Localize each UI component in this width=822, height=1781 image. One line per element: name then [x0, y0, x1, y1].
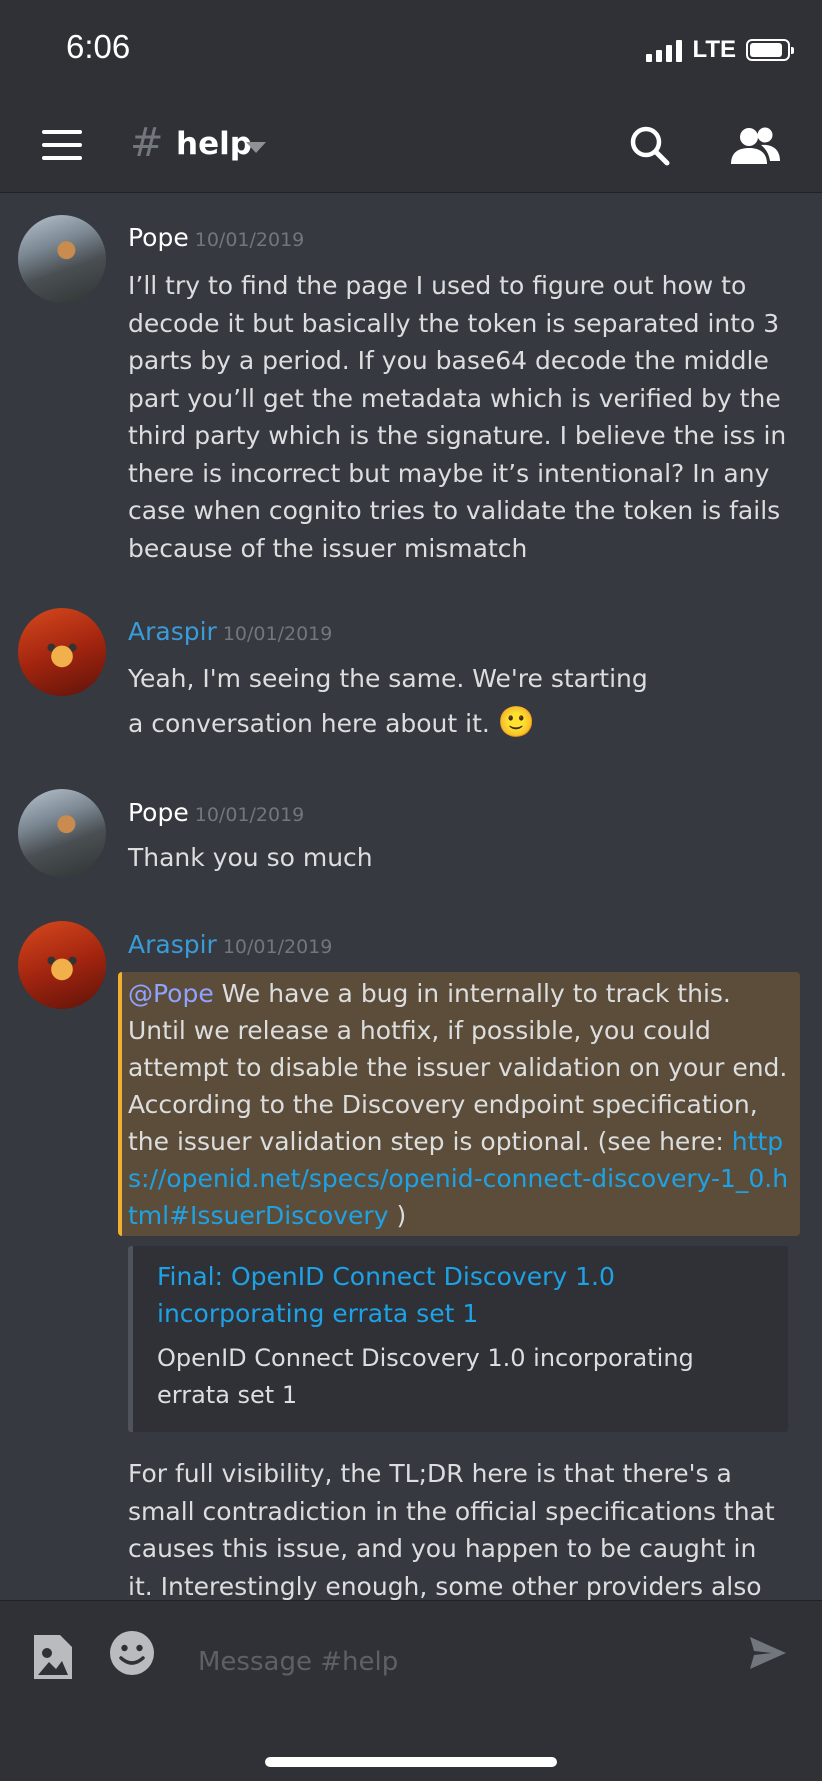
network-label: LTE: [692, 36, 736, 63]
channel-name[interactable]: help: [176, 126, 252, 162]
message-timestamp: 10/01/2019: [222, 936, 333, 958]
avatar[interactable]: [18, 921, 106, 1009]
message-author[interactable]: Pope 10/01/2019: [128, 798, 304, 827]
home-indicator: [265, 1757, 557, 1767]
message-body: For full visibility, the TL;DR here is t…: [128, 1459, 775, 1600]
message-text: Yeah, I'm seeing the same. We're startin…: [128, 664, 648, 738]
menu-icon[interactable]: [42, 130, 82, 160]
image-upload-icon[interactable]: [32, 1629, 74, 1681]
user-mention[interactable]: @Pope: [128, 979, 214, 1008]
message-timestamp: 10/01/2019: [222, 623, 333, 645]
message-text: We have a bug in internally to track thi…: [128, 979, 788, 1156]
battery-icon: [746, 39, 794, 61]
avatar[interactable]: [18, 215, 106, 303]
message-timestamp: 10/01/2019: [194, 229, 305, 251]
avatar[interactable]: [18, 789, 106, 877]
link-embed: Final: OpenID Connect Discovery 1.0 inco…: [128, 1246, 788, 1432]
status-indicators: LTE: [646, 36, 794, 64]
message-input[interactable]: [196, 1639, 720, 1685]
status-bar: 6:06 LTE: [0, 0, 822, 100]
message-timestamp: 10/01/2019: [194, 804, 305, 826]
message-text-end: ): [388, 1201, 407, 1230]
status-time: 6:06: [66, 28, 131, 65]
message-composer: [0, 1600, 822, 1781]
avatar[interactable]: [18, 608, 106, 696]
message-author[interactable]: Araspir 10/01/2019: [128, 930, 332, 959]
mention-highlight: @Pope We have a bug in internally to tra…: [118, 972, 800, 1236]
channel-hash-icon: #: [130, 120, 164, 166]
emoji-icon[interactable]: [108, 1629, 156, 1677]
signal-icon: [646, 38, 683, 62]
send-icon[interactable]: [748, 1635, 788, 1671]
members-icon[interactable]: [728, 124, 784, 168]
slight-smile-emoji: 🙂: [497, 705, 536, 740]
message-author[interactable]: Araspir 10/01/2019: [128, 617, 332, 646]
embed-description: OpenID Connect Discovery 1.0 incorporati…: [157, 1344, 694, 1409]
search-icon[interactable]: [628, 124, 672, 168]
message-author[interactable]: Pope 10/01/2019: [128, 223, 304, 252]
chevron-down-icon[interactable]: [246, 142, 266, 153]
message-list[interactable]: Pope 10/01/2019 I’ll try to find the page…: [0, 193, 822, 1600]
channel-header: # help: [0, 100, 822, 193]
embed-title[interactable]: Final: OpenID Connect Discovery 1.0 inco…: [157, 1258, 766, 1332]
message-body: Yeah, I'm seeing the same. We're startin…: [128, 657, 648, 746]
message-body: Thank you so much: [128, 843, 373, 872]
message-body: I’ll try to find the page I used to figu…: [128, 271, 787, 563]
